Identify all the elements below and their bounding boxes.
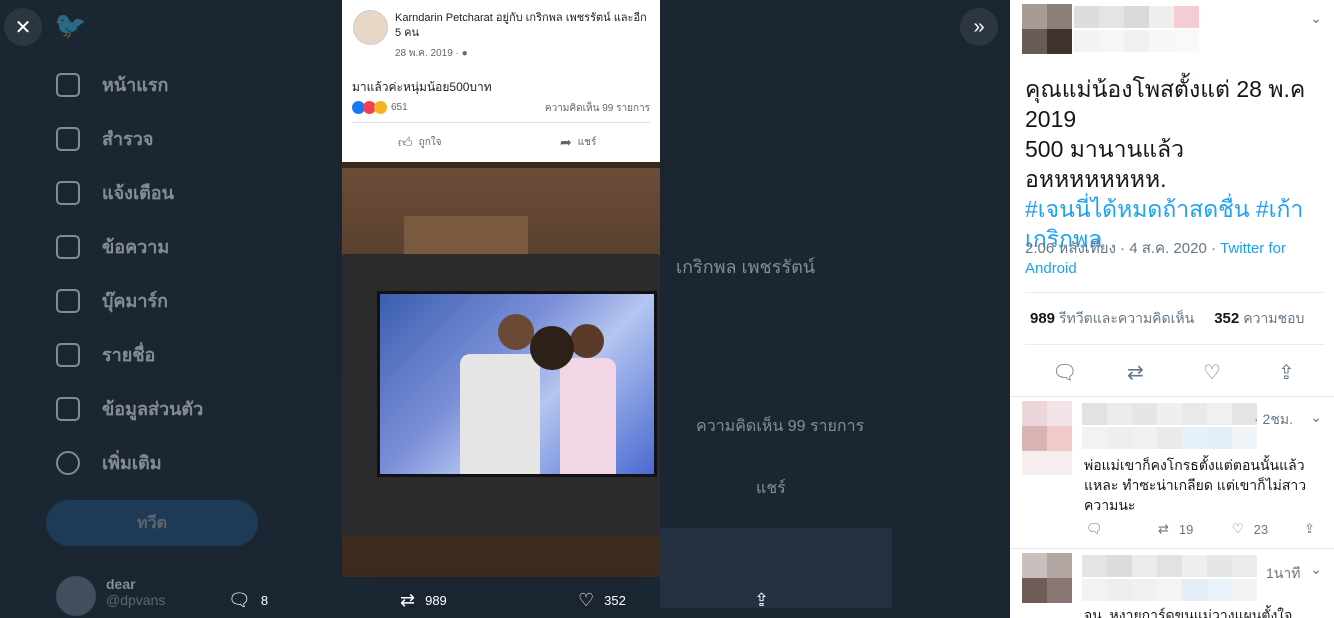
media-image[interactable]: Karndarin Petcharat อยู่กับ เกริกพล เพชร…	[342, 0, 660, 577]
list-icon	[56, 342, 80, 367]
bell-icon	[56, 180, 80, 205]
fb-comments-count: ความคิดเห็น 99 รายการ	[544, 103, 650, 114]
nav-item-home[interactable]: หน้าแรก	[56, 70, 168, 99]
share-icon: ⇪	[1278, 362, 1295, 384]
television	[342, 254, 660, 536]
close-icon: ✕	[14, 16, 32, 39]
divider	[352, 122, 650, 123]
divider	[1025, 344, 1324, 345]
avatar[interactable]	[1022, 553, 1072, 603]
hashtag-link[interactable]: #เจนนี่ได้หมดถ้าสดชื่น	[1025, 196, 1250, 222]
tweet-timestamp: 2:06 หลังเที่ยง · 4 ส.ค. 2020 · Twitter …	[1025, 240, 1286, 277]
fb-author: Karndarin Petcharat	[395, 12, 493, 24]
chevron-down-icon[interactable]: ⌄	[1310, 561, 1322, 578]
like-button[interactable]: ♡	[1203, 360, 1221, 385]
reply-button[interactable]: 🗨︎	[1052, 360, 1077, 385]
haha-reaction-icon	[374, 101, 387, 114]
tv-screen	[377, 291, 657, 477]
avatar[interactable]	[1022, 401, 1072, 451]
tweet-detail-panel: ⌄ คุณแม่น้องโพสตั้งแต่ 28 พ.ค 2019 500 ม…	[1010, 0, 1334, 618]
reply-handle-blurred	[1082, 579, 1257, 601]
reply-reply-button[interactable]: 🗨︎	[1086, 521, 1103, 537]
reply-retweet-button[interactable]: ⇄ 19	[1158, 521, 1193, 537]
retweet-icon: ⇄	[400, 590, 416, 610]
thumbs-up-icon: 👍︎	[398, 134, 413, 150]
heart-icon: ♡	[1203, 362, 1221, 384]
reply-icon: 🗨︎	[1086, 521, 1103, 536]
nav-item-more[interactable]: เพิ่มเติม	[56, 448, 162, 477]
twitter-logo-icon: 🐦	[54, 10, 87, 40]
hashtag-icon	[56, 126, 80, 151]
cardboard-box	[404, 216, 528, 258]
reply-time[interactable]: 1นาที	[1266, 563, 1300, 585]
share-icon: ⇪	[754, 590, 770, 610]
bg-share-text: แชร์	[756, 480, 786, 497]
media-retweet-button[interactable]: ⇄ 989	[400, 590, 447, 611]
facebook-post-screenshot: Karndarin Petcharat อยู่กับ เกริกพล เพชร…	[342, 0, 660, 162]
nav-item-notifications[interactable]: แจ้งเตือน	[56, 178, 174, 207]
share-arrow-icon: ➦	[560, 134, 572, 150]
nav-item-profile[interactable]: ข้อมูลส่วนตัว	[56, 394, 203, 423]
globe-icon: ●	[461, 48, 468, 59]
bookmark-icon	[56, 288, 80, 313]
retweet-button[interactable]: ⇄	[1127, 360, 1144, 385]
reply-icon: 🗨︎	[1052, 362, 1078, 384]
home-icon	[56, 72, 80, 97]
fb-date: 28 พ.ค. 2019 ·	[395, 48, 462, 59]
tweet-text: คุณแม่น้องโพสตั้งแต่ 28 พ.ค 2019 500 มาน…	[1025, 76, 1306, 252]
share-icon: ⇪	[1304, 521, 1315, 536]
reply-text: จน. หงายการ์ดขนแม่วางแผนตั้งใจโพสต์	[1084, 607, 1293, 618]
bg-name-text: เกริกพล เพชรรัตน์	[676, 257, 816, 277]
reply-tweet[interactable]: 1นาที ⌄ จน. หงายการ์ดขนแม่วางแผนตั้งใจโพ…	[1010, 548, 1334, 618]
divider	[1025, 292, 1324, 293]
chevron-down-icon[interactable]: ⌄	[1310, 409, 1322, 426]
reply-text: พ่อแม่เขาก็คงโกรธตั้งแต่ตอนนั้นแล้วแหละ …	[1084, 457, 1307, 513]
heart-icon: ♡	[1232, 521, 1244, 536]
double-chevron-right-icon: »	[973, 15, 985, 38]
media-like-button[interactable]: ♡ 352	[578, 590, 626, 611]
nav-item-lists[interactable]: รายชื่อ	[56, 340, 155, 369]
mail-icon	[56, 234, 80, 259]
close-button[interactable]: ✕	[4, 8, 42, 46]
fb-like-action: 👍︎ ถูกใจ	[398, 134, 442, 150]
reply-handle-blurred	[1082, 427, 1257, 449]
nav-item-explore[interactable]: สำรวจ	[56, 124, 153, 153]
profile-icon	[56, 396, 80, 421]
author-name-blurred[interactable]	[1074, 6, 1199, 28]
share-button[interactable]: ⇪	[1278, 360, 1295, 385]
reply-time[interactable]: · 2ชม.	[1254, 409, 1293, 431]
tweet-button[interactable]: ทวีต	[46, 500, 258, 546]
account-switcher[interactable]: dear @dpvans	[56, 576, 165, 616]
tweet-stats: 989 รีทวีตและความคิดเห็น 352 ความชอบ	[1030, 308, 1304, 330]
chevron-down-icon[interactable]: ⌄	[1310, 10, 1322, 27]
retweets-stat[interactable]: 989 รีทวีตและความคิดเห็น	[1030, 308, 1194, 330]
fb-post-text: มาแล้วค่ะหนุ่มน้อย500บาท	[352, 80, 492, 94]
heart-icon: ♡	[578, 590, 595, 610]
media-share-button[interactable]: ⇪	[754, 590, 769, 611]
avatar	[56, 576, 96, 616]
nav-item-bookmarks[interactable]: บุ๊คมาร์ก	[56, 286, 168, 315]
nav-item-messages[interactable]: ข้อความ	[56, 232, 169, 261]
likes-stat[interactable]: 352 ความชอบ	[1214, 308, 1304, 330]
fb-reactions: 651	[352, 101, 408, 114]
reply-like-button[interactable]: ♡ 23	[1232, 521, 1268, 537]
retweet-icon: ⇄	[1127, 362, 1144, 384]
media-reply-button[interactable]: 🗨︎ 8	[228, 590, 268, 611]
retweet-icon: ⇄	[1158, 521, 1169, 536]
avatar	[353, 10, 388, 45]
reply-author-blurred[interactable]	[1082, 555, 1257, 577]
fb-share-action: ➦ แชร์	[560, 134, 597, 150]
reply-icon: 🗨︎	[228, 590, 251, 610]
reply-author-blurred[interactable]	[1082, 403, 1257, 425]
bg-comments-text: ความคิดเห็น 99 รายการ	[696, 418, 865, 435]
reply-tweet[interactable]: · 2ชม. ⌄ พ่อแม่เขาก็คงโกรธตั้งแต่ตอนนั้น…	[1010, 396, 1334, 548]
author-handle-blurred	[1074, 30, 1199, 52]
hide-panel-button[interactable]: »	[960, 8, 998, 46]
tv-photo	[342, 168, 660, 577]
avatar[interactable]	[1022, 4, 1072, 54]
bg-card	[660, 528, 892, 608]
more-icon	[56, 450, 80, 475]
reply-share-button[interactable]: ⇪	[1304, 521, 1315, 537]
